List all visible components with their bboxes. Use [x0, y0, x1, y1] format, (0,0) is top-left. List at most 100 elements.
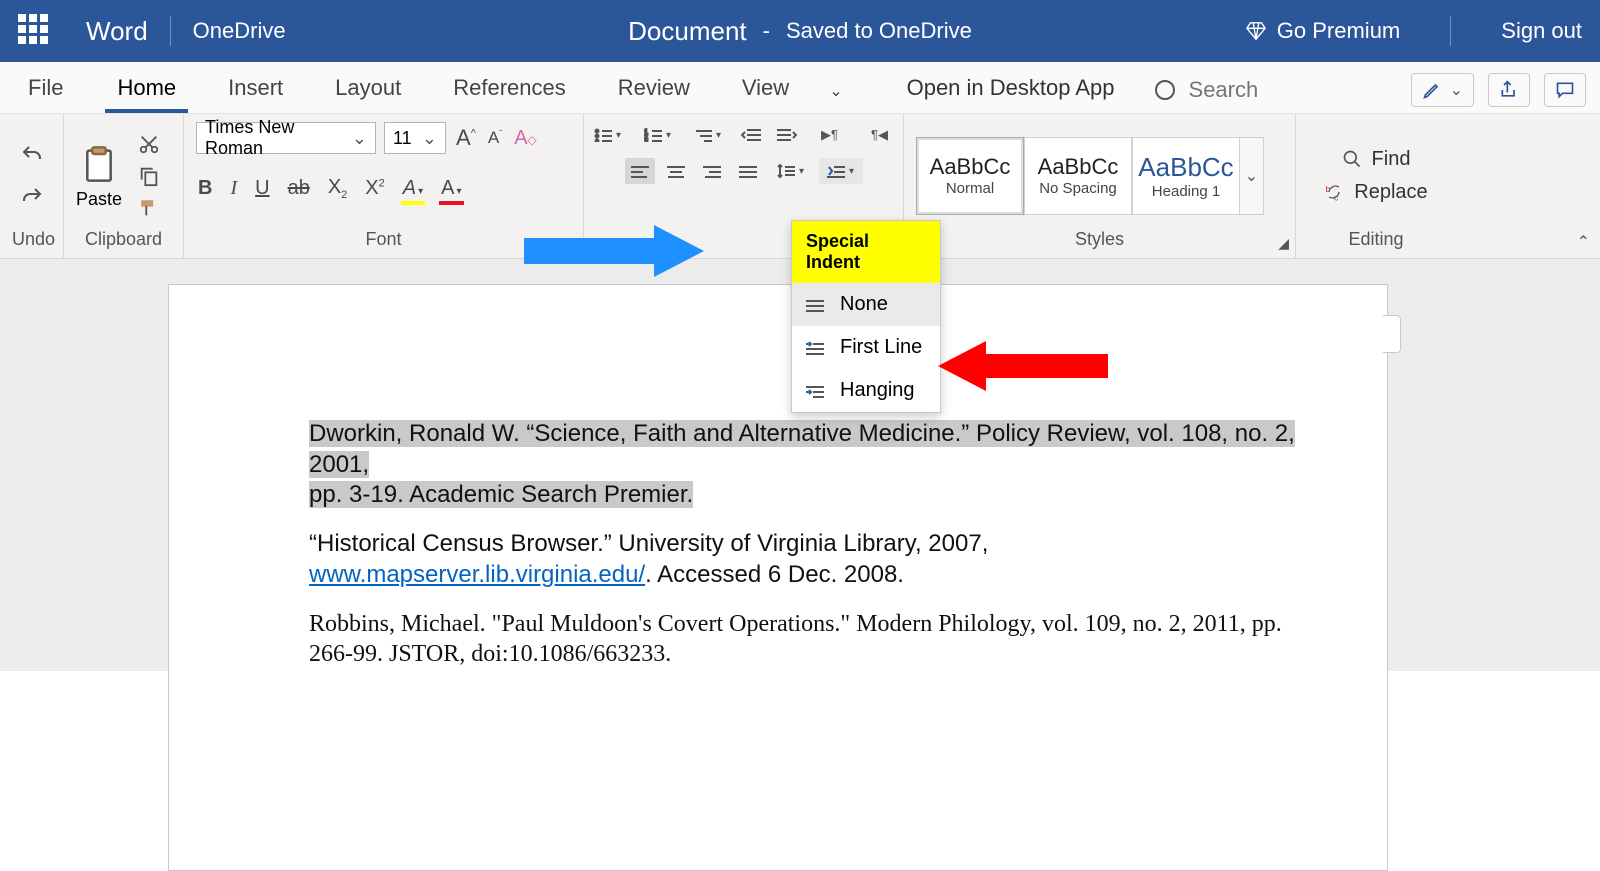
- share-button[interactable]: [1488, 73, 1530, 107]
- tab-references[interactable]: References: [427, 75, 592, 113]
- paste-label: Paste: [76, 189, 122, 210]
- cut-icon[interactable]: [138, 133, 160, 155]
- group-label-font: Font: [196, 229, 571, 254]
- comment-icon: [1555, 80, 1575, 100]
- find-button[interactable]: Find: [1342, 148, 1411, 171]
- align-left-button[interactable]: [625, 158, 655, 184]
- style-no-spacing[interactable]: AaBbCc No Spacing: [1024, 137, 1132, 215]
- italic-button[interactable]: I: [228, 175, 239, 202]
- save-status: Saved to OneDrive: [786, 18, 972, 44]
- doc-title-area: Document - Saved to OneDrive: [628, 16, 972, 47]
- clear-formatting-icon[interactable]: A◇: [512, 125, 539, 152]
- document-page[interactable]: Dworkin, Ronald W. “Science, Faith and A…: [168, 284, 1388, 871]
- tabs-overflow-icon[interactable]: ⌄: [815, 81, 856, 113]
- selected-text: Dworkin, Ronald W. “Science, Faith and A…: [309, 420, 1295, 508]
- highlight-color-button[interactable]: A▾: [401, 175, 425, 202]
- tab-view[interactable]: View: [716, 75, 815, 113]
- citation-paragraph-3[interactable]: Robbins, Michael. "Paul Muldoon's Covert…: [309, 609, 1307, 670]
- tab-layout[interactable]: Layout: [309, 75, 427, 113]
- multilevel-list-button[interactable]: [686, 122, 730, 148]
- annotation-arrow-blue: [524, 220, 704, 282]
- special-indent-button[interactable]: [819, 158, 863, 184]
- line-spacing-button[interactable]: [769, 158, 813, 184]
- menu-header: Special Indent: [792, 221, 940, 283]
- subscript-button[interactable]: X2: [326, 174, 349, 203]
- indent-hanging-icon: [804, 384, 826, 398]
- justify-button[interactable]: [733, 158, 763, 184]
- align-right-button[interactable]: [697, 158, 727, 184]
- group-label-editing: Editing: [1308, 229, 1444, 254]
- font-color-button[interactable]: A▾: [439, 175, 463, 202]
- replace-icon: bc: [1324, 182, 1344, 202]
- menu-item-hanging[interactable]: Hanging: [792, 369, 940, 412]
- citation-paragraph-2[interactable]: “Historical Census Browser.” University …: [309, 529, 1307, 590]
- numbering-button[interactable]: 123: [636, 122, 680, 148]
- strikethrough-button[interactable]: ab: [286, 175, 312, 202]
- font-size-combo[interactable]: 11⌄: [384, 122, 446, 154]
- special-indent-menu: Special Indent None First Line Hanging: [791, 220, 941, 413]
- style-normal[interactable]: AaBbCc Normal: [916, 137, 1024, 215]
- group-label-undo: Undo: [12, 229, 51, 254]
- ribbon-tabs: File Home Insert Layout References Revie…: [0, 62, 1600, 114]
- comments-button[interactable]: [1544, 73, 1586, 107]
- style-name-normal: Normal: [946, 180, 994, 197]
- styles-launcher-icon[interactable]: ◢: [1278, 235, 1289, 252]
- separator: [1450, 16, 1451, 46]
- undo-icon[interactable]: [18, 143, 46, 167]
- replace-label: Replace: [1354, 181, 1427, 204]
- tab-file[interactable]: File: [0, 75, 91, 113]
- ruler-handle[interactable]: [1383, 315, 1401, 353]
- app-name: Word: [86, 16, 148, 47]
- bold-button[interactable]: B: [196, 175, 214, 202]
- format-painter-icon[interactable]: [138, 197, 160, 219]
- tab-insert[interactable]: Insert: [202, 75, 309, 113]
- editing-mode-button[interactable]: ⌄: [1411, 73, 1474, 107]
- open-in-desktop-button[interactable]: Open in Desktop App: [907, 75, 1115, 113]
- tell-me-search[interactable]: [1155, 77, 1309, 113]
- menu-item-first-line[interactable]: First Line: [792, 326, 940, 369]
- tab-review[interactable]: Review: [592, 75, 716, 113]
- shrink-font-icon[interactable]: Aˇ: [486, 126, 504, 150]
- hyperlink[interactable]: www.mapserver.lib.virginia.edu/: [309, 561, 645, 588]
- font-name-combo[interactable]: Times New Roman⌄: [196, 122, 376, 154]
- superscript-button[interactable]: X2: [363, 175, 386, 202]
- replace-button[interactable]: bc Replace: [1324, 181, 1427, 204]
- redo-icon[interactable]: [18, 185, 46, 209]
- style-heading-1[interactable]: AaBbCc Heading 1: [1132, 137, 1240, 215]
- rtl-direction-button[interactable]: ¶◀: [858, 122, 902, 148]
- share-icon: [1499, 80, 1519, 100]
- go-premium-button[interactable]: Go Premium: [1245, 18, 1400, 44]
- menu-item-none[interactable]: None: [792, 283, 940, 326]
- search-input[interactable]: [1189, 77, 1309, 103]
- paste-button[interactable]: Paste: [76, 141, 122, 210]
- window-titlebar: Word OneDrive Document - Saved to OneDri…: [0, 0, 1600, 62]
- ltr-direction-button[interactable]: ▶¶: [808, 122, 852, 148]
- decrease-indent-button[interactable]: [736, 122, 766, 148]
- pencil-icon: [1422, 80, 1442, 100]
- tab-home[interactable]: Home: [91, 75, 202, 113]
- citation-paragraph-1[interactable]: Dworkin, Ronald W. “Science, Faith and A…: [309, 419, 1307, 511]
- collapse-ribbon-icon[interactable]: ⌃: [1577, 232, 1590, 252]
- grow-font-icon[interactable]: A^: [454, 123, 478, 153]
- style-name-heading1: Heading 1: [1152, 183, 1220, 200]
- align-center-button[interactable]: [661, 158, 691, 184]
- app-launcher-icon[interactable]: [18, 14, 52, 48]
- indent-none-icon: [804, 298, 826, 312]
- underline-button[interactable]: U: [253, 175, 271, 202]
- font-size-value: 11: [393, 128, 412, 149]
- style-preview: AaBbCc: [1038, 154, 1119, 180]
- storage-location[interactable]: OneDrive: [193, 18, 286, 44]
- increase-indent-button[interactable]: [772, 122, 802, 148]
- clipboard-icon: [79, 141, 119, 187]
- diamond-icon: [1245, 20, 1267, 42]
- indent-firstline-icon: [804, 341, 826, 355]
- bullets-button[interactable]: [586, 122, 630, 148]
- copy-icon[interactable]: [138, 165, 160, 187]
- search-icon: [1342, 149, 1362, 169]
- document-title[interactable]: Document: [628, 16, 747, 47]
- styles-gallery-more[interactable]: ⌄: [1240, 137, 1264, 215]
- title-separator: -: [763, 18, 770, 44]
- sign-out-button[interactable]: Sign out: [1501, 18, 1582, 44]
- menu-label-firstline: First Line: [840, 336, 922, 359]
- group-label-styles: Styles: [916, 229, 1283, 254]
